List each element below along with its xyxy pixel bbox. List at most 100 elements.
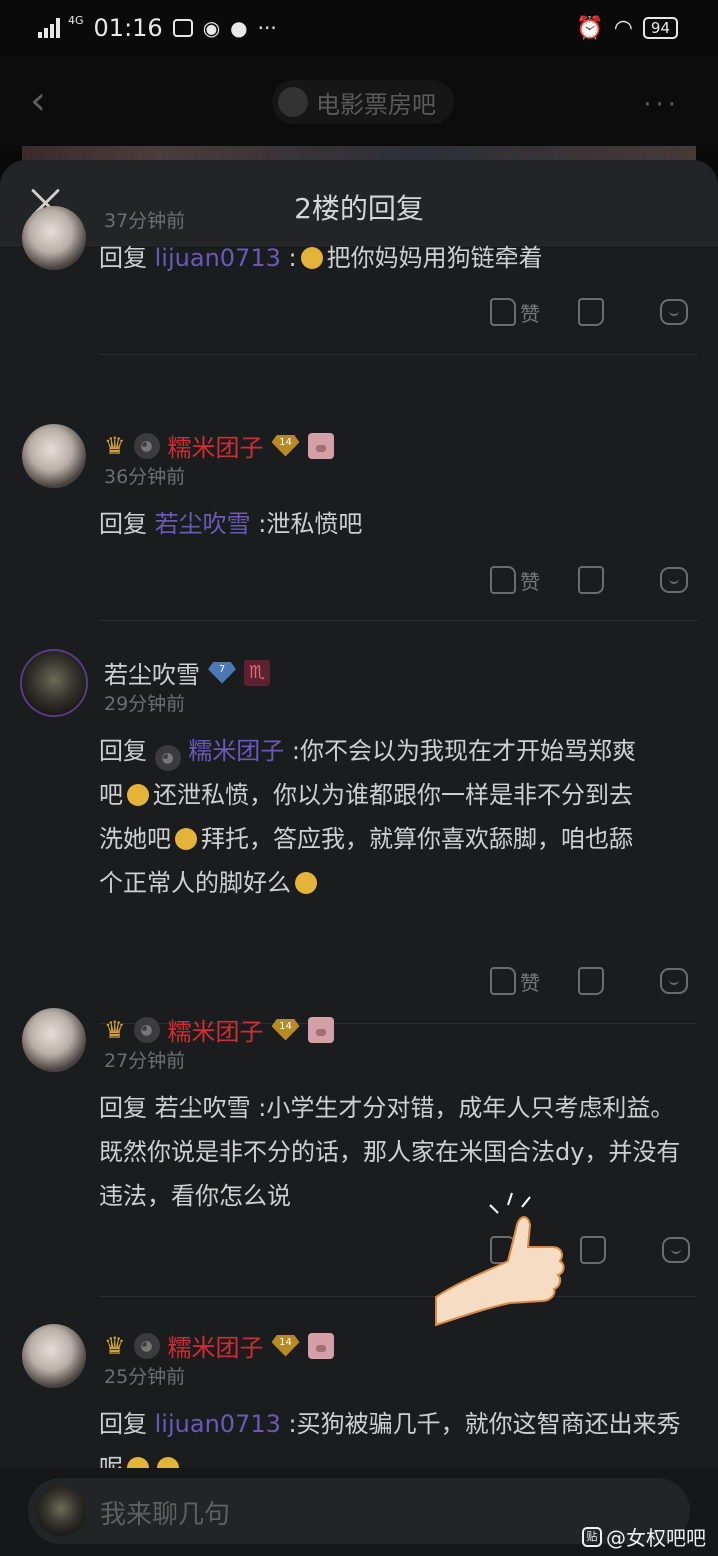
like-button[interactable]: 赞 [490, 566, 540, 595]
dislike-button[interactable] [580, 1236, 606, 1264]
reply-time: 25分钟前 [104, 1366, 186, 1388]
username[interactable]: 糯米团子 [168, 1328, 264, 1363]
user-line: ♛ ◕ 糯米团子 14 [104, 428, 334, 463]
comment-icon [660, 968, 688, 994]
reply-sheet: 2楼的回复 37分钟前 回复 lijuan0713 : 把你妈妈用狗链牵着 赞 ♛… [0, 160, 718, 1556]
mail-icon [172, 19, 193, 37]
forum-avatar [278, 87, 308, 117]
level-badge: 14 [271, 434, 300, 457]
sheet-header: 2楼的回复 [0, 160, 718, 246]
reply-text: 回复 ◕ 糯米团子 :你不会以为我现在才开始骂郑爽 吧 还泄私愤，你以为谁都跟你一… [99, 729, 689, 905]
my-avatar [36, 1486, 86, 1536]
reply-target-link[interactable]: lijuan0713 [155, 1410, 281, 1438]
reply-prefix: 回复 [99, 510, 147, 538]
like-label: 赞 [520, 970, 540, 995]
reply-content: 还泄私愤，你以为谁都跟你一样是非不分到去 [153, 781, 633, 809]
crown-icon: ♛ [104, 431, 126, 460]
message-icon: ● [230, 16, 248, 40]
user-line: ♛ ◕ 糯米团子 14 [104, 1328, 334, 1363]
status-bar: 4G 01:16 ◉ ● ··· ⏰ ◠ 94 [0, 0, 718, 56]
reply-actions: 赞 [490, 965, 688, 997]
crown-icon: ♛ [104, 1015, 126, 1044]
like-button[interactable]: 赞 [490, 967, 540, 996]
pig-icon [307, 1016, 334, 1043]
alarm-icon: ⏰ [576, 15, 604, 41]
sparkle-line [507, 1192, 513, 1206]
reply-content: :你不会以为我现在才开始骂郑爽 [284, 737, 636, 765]
thumb-up-icon [490, 566, 516, 594]
divider [99, 1296, 697, 1297]
divider [99, 620, 697, 621]
reply-prefix: 回复 [99, 244, 147, 272]
user-line: 若尘吹雪 7 ♏ [104, 655, 270, 690]
emoji-icon [127, 784, 149, 806]
forum-nav-bar: ‹ 电影票房吧 ··· [0, 56, 718, 146]
mask-icon: ◕ [133, 1332, 160, 1359]
avatar[interactable] [22, 651, 86, 715]
reply-target-link[interactable]: 糯米团子 [188, 737, 284, 765]
reply-actions: 赞 [490, 296, 688, 328]
comment-icon [660, 567, 688, 593]
comment-button[interactable] [660, 968, 688, 994]
zodiac-icon: ♏ [244, 659, 270, 686]
emoji-icon [295, 872, 317, 894]
status-time: 01:16 [93, 14, 163, 42]
emoji-icon [175, 828, 197, 850]
reply-prefix: 回复 [99, 737, 147, 765]
wifi-icon: ◠ [613, 15, 633, 41]
avatar[interactable] [22, 1008, 86, 1072]
more-notifications-icon: ··· [257, 16, 277, 40]
comment-button[interactable] [660, 567, 688, 593]
signal-icon [38, 18, 60, 38]
comment-icon [660, 299, 688, 325]
weibo-icon: ◉ [202, 16, 221, 40]
reply-target-link[interactable]: 若尘吹雪 [155, 510, 251, 538]
watermark: 贴 @女权吧吧 [582, 1522, 706, 1551]
thumb-up-icon [490, 298, 516, 326]
reply-time: 29分钟前 [104, 693, 186, 715]
more-icon[interactable]: ··· [643, 90, 680, 120]
mask-icon: ◕ [154, 745, 181, 771]
mask-icon: ◕ [133, 432, 160, 459]
reply-colon: : [280, 244, 297, 272]
forum-chip[interactable]: 电影票房吧 [272, 80, 454, 124]
mask-icon: ◕ [133, 1016, 160, 1043]
reply-content: 洗她吧 [99, 825, 171, 853]
reply-time: 27分钟前 [104, 1050, 186, 1072]
reply-content: 把你妈妈用狗链牵着 [326, 244, 543, 272]
crown-icon: ♛ [104, 1331, 126, 1360]
sparkle-line [521, 1196, 531, 1208]
thumb-down-icon [578, 967, 604, 995]
thumb-down-icon [580, 1236, 606, 1264]
username[interactable]: 糯米团子 [168, 428, 264, 463]
like-button[interactable]: 赞 [490, 298, 540, 327]
reply-content: :泄私愤吧 [250, 510, 363, 538]
comment-button[interactable] [662, 1237, 690, 1263]
reply-content: 个正常人的脚好么 [99, 869, 291, 897]
tieba-logo-icon: 贴 [582, 1526, 602, 1547]
comment-icon [662, 1237, 690, 1263]
network-type: 4G [68, 13, 84, 27]
pig-icon [307, 432, 334, 459]
thumb-down-icon [578, 566, 604, 594]
level-badge: 7 [208, 661, 236, 684]
username[interactable]: 糯米团子 [168, 1012, 264, 1047]
dislike-button[interactable] [578, 566, 604, 594]
divider [99, 354, 697, 355]
reply-content: 吧 [99, 781, 123, 809]
avatar[interactable] [22, 424, 86, 488]
reply-time: 36分钟前 [104, 466, 186, 488]
like-label: 赞 [520, 301, 540, 326]
avatar[interactable] [22, 206, 86, 270]
forum-name: 电影票房吧 [316, 90, 436, 119]
reply-target-link[interactable]: lijuan0713 [155, 244, 281, 272]
level-badge: 14 [271, 1334, 300, 1357]
like-label: 赞 [520, 569, 540, 594]
comment-button[interactable] [660, 299, 688, 325]
avatar[interactable] [22, 1324, 86, 1388]
input-placeholder: 我来聊几句 [100, 1500, 231, 1530]
username[interactable]: 若尘吹雪 [104, 655, 200, 690]
dislike-button[interactable] [578, 967, 604, 995]
dislike-button[interactable] [578, 298, 604, 326]
chevron-left-icon[interactable]: ‹ [30, 81, 50, 121]
